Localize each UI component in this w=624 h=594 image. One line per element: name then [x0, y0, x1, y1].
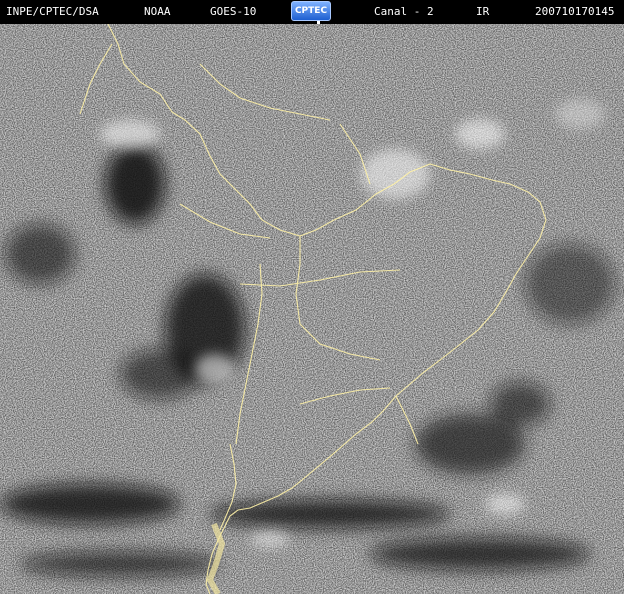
channel-label: Canal - 2 — [374, 5, 434, 18]
satellite-label: GOES-10 — [210, 5, 257, 18]
satellite-image — [0, 24, 624, 594]
band-label: IR — [476, 5, 490, 18]
source-label: INPE/CPTEC/DSA — [6, 5, 99, 18]
timestamp-label: 200710170145 — [535, 5, 615, 18]
satellite-image-svg — [0, 24, 624, 594]
cptec-logo-text: CPTEC — [294, 6, 328, 16]
satellite-image-frame: INPE/CPTEC/DSA NOAA GOES-10 Canal - 2 IR… — [0, 0, 624, 594]
cptec-logo: CPTEC — [291, 1, 331, 21]
agency-label: NOAA — [144, 5, 171, 18]
